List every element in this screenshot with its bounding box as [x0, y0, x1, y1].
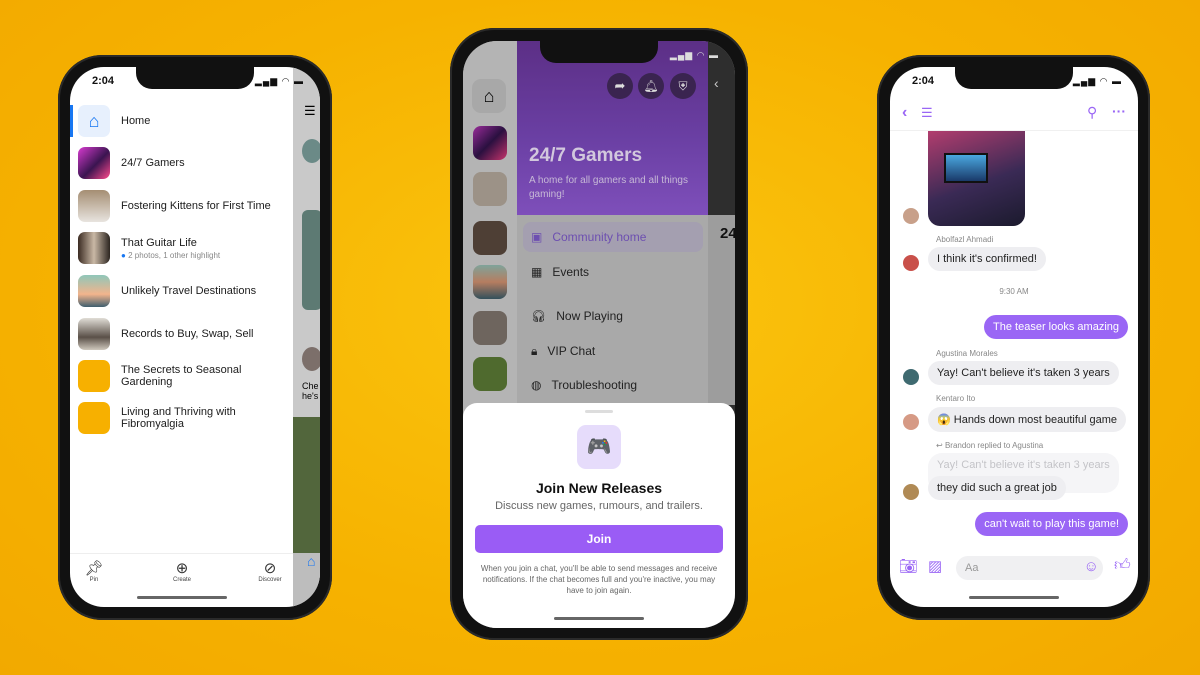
camera-icon[interactable]: 📷︎ [899, 557, 918, 575]
sheet-subtitle: Discuss new games, rumours, and trailers… [495, 500, 703, 512]
middle-phone: ▂▄▆ ◠ ▬ ⌂ ➦ 🔔︎ ⛨ 24/7 Gamers A home for … [450, 28, 748, 640]
lock-chat-icon: 🔒︎ [531, 343, 538, 358]
sidebar-item-group[interactable]: Living and Thriving with Fibromyalgia [78, 402, 261, 434]
status-time: 2:04 [912, 75, 935, 87]
menu-icon[interactable]: ☰ [304, 103, 316, 119]
sidebar-item-group[interactable]: Unlikely Travel Destinations [78, 275, 256, 307]
message-bubble-mine: can't wait to play this game! [975, 512, 1128, 536]
group-thumbnail [78, 147, 110, 179]
avatar [903, 484, 919, 500]
message-bubble: they did such a great job [928, 476, 1066, 500]
back-icon[interactable]: ‹ [902, 104, 907, 122]
emoji-icon[interactable]: ☺ [1084, 558, 1099, 575]
community-menu: ▣ Community home ▦ Events 🎧︎ Now Playing 🔒︎… [517, 215, 708, 415]
community-title: 24/7 Gamers [529, 145, 643, 166]
avatar [903, 414, 919, 430]
globe-chat-icon: ◍ [531, 378, 542, 392]
right-phone: 2:04 ▂▄▆ ◠ ▬ ‹ ☰ ⚲ ··· Abolfazl Ahmadi I… [877, 55, 1150, 620]
sidebar-item-group[interactable]: 24/7 Gamers [78, 147, 185, 179]
group-thumbnail [78, 190, 110, 222]
status-icons: ▂▄▆ ◠ ▬ [254, 76, 304, 86]
status-time: 2:04 [92, 75, 115, 87]
plus-circle-icon: ⊕ [175, 560, 189, 577]
feed-peek: ☰ Che he's ⌂ [293, 67, 320, 607]
tab-discover[interactable]: ⊘ Discover [250, 559, 290, 583]
shared-image[interactable] [928, 131, 1025, 226]
home-icon: ⌂ [78, 105, 110, 137]
avatar [903, 369, 919, 385]
calendar-icon: ▦ [531, 265, 543, 279]
message-bubble-mine: The teaser looks amazing [984, 315, 1128, 339]
message-bubble: 😱 Hands down most beautiful game [928, 407, 1127, 432]
group-thumbnail [78, 402, 110, 434]
community-home-icon: ▣ [531, 230, 543, 244]
community-header: ➦ 🔔︎ ⛨ 24/7 Gamers A home for all gamers… [517, 41, 708, 215]
headphones-icon: 🎧︎ [531, 309, 547, 323]
timestamp: 9:30 AM [999, 287, 1029, 296]
reply-label: ↩ Brandon replied to Agustina [936, 441, 1044, 450]
home-indicator [554, 617, 644, 620]
group-thumbnail [78, 318, 110, 350]
selected-indicator [70, 105, 73, 137]
menu-item-events[interactable]: ▦ Events [523, 257, 703, 287]
menu-item-community-home[interactable]: ▣ Community home [523, 222, 703, 252]
left-phone: 2:04 ▂▄▆ ◠ ▬ ☰ Che he's ⌂ ⌂ Home 24/7 Gam… [58, 55, 332, 620]
bell-button[interactable]: 🔔︎ [638, 73, 664, 99]
sheet-title: Join New Releases [535, 480, 663, 496]
notch [955, 67, 1073, 89]
sidebar-item-group[interactable]: Records to Buy, Swap, Sell [78, 318, 253, 350]
sidebar-item-group[interactable]: Fostering Kittens for First Time [78, 190, 271, 222]
shield-button[interactable]: ⛨ [670, 73, 696, 99]
join-sheet: 🎮 Join New Releases Discuss new games, r… [463, 403, 735, 628]
home-indicator [137, 596, 227, 599]
community-description: A home for all gamers and all things gam… [529, 175, 688, 200]
home-icon[interactable]: ⌂ [472, 79, 506, 113]
join-button[interactable]: Join [475, 525, 723, 553]
menu-item-troubleshooting[interactable]: ◍ Troubleshooting [523, 370, 703, 400]
more-icon[interactable]: ··· [1112, 103, 1126, 119]
gamepad-icon: 🎮 [577, 425, 621, 469]
sheet-note: When you join a chat, you'll be able to … [480, 564, 718, 595]
home-indicator [969, 596, 1059, 599]
share-button[interactable]: ➦ [607, 73, 633, 99]
gallery-icon[interactable]: ▨ [928, 557, 942, 575]
group-thumbnail [78, 360, 110, 392]
message-bubble: I think it's confirmed! [928, 247, 1046, 271]
sidebar-item-group[interactable]: The Secrets to Seasonal Gardening [78, 360, 261, 392]
group-thumbnail [78, 232, 110, 264]
menu-item-vip-chat[interactable]: 🔒︎ VIP Chat [523, 336, 703, 366]
menu-item-now-playing[interactable]: 🎧︎ Now Playing [523, 301, 703, 331]
pin-icon: 📌︎ [84, 560, 104, 577]
notch [540, 41, 658, 63]
sidebar-item-group[interactable]: That Guitar Life ● 2 photos, 1 other high… [78, 232, 220, 264]
group-thumbnail [78, 275, 110, 307]
status-icons: ▂▄▆ ◠ ▬ [669, 50, 719, 60]
discover-icon: ⊘ [263, 560, 277, 577]
tab-create[interactable]: ⊕ Create [162, 559, 202, 583]
menu-icon[interactable]: ☰ [921, 105, 933, 121]
notch [136, 67, 254, 89]
avatar [903, 208, 919, 224]
chat-header: ‹ ☰ ⚲ ··· [890, 101, 1138, 131]
sheet-handle[interactable] [585, 410, 613, 413]
message-input[interactable]: Aa ☺ [956, 556, 1103, 580]
avatar [903, 255, 919, 271]
status-icons: ▂▄▆ ◠ ▬ [1072, 76, 1122, 86]
sidebar-item-home[interactable]: ⌂ Home [78, 105, 150, 137]
message-bubble: Yay! Can't believe it's taken 3 years [928, 361, 1119, 385]
like-icon[interactable]: 👍︎ [1114, 556, 1131, 575]
back-icon[interactable]: ‹ [714, 75, 719, 91]
tab-pin[interactable]: 📌︎ Pin [74, 559, 114, 583]
search-icon[interactable]: ⚲ [1087, 104, 1097, 121]
feed-peek-text: Che he's [302, 381, 318, 401]
